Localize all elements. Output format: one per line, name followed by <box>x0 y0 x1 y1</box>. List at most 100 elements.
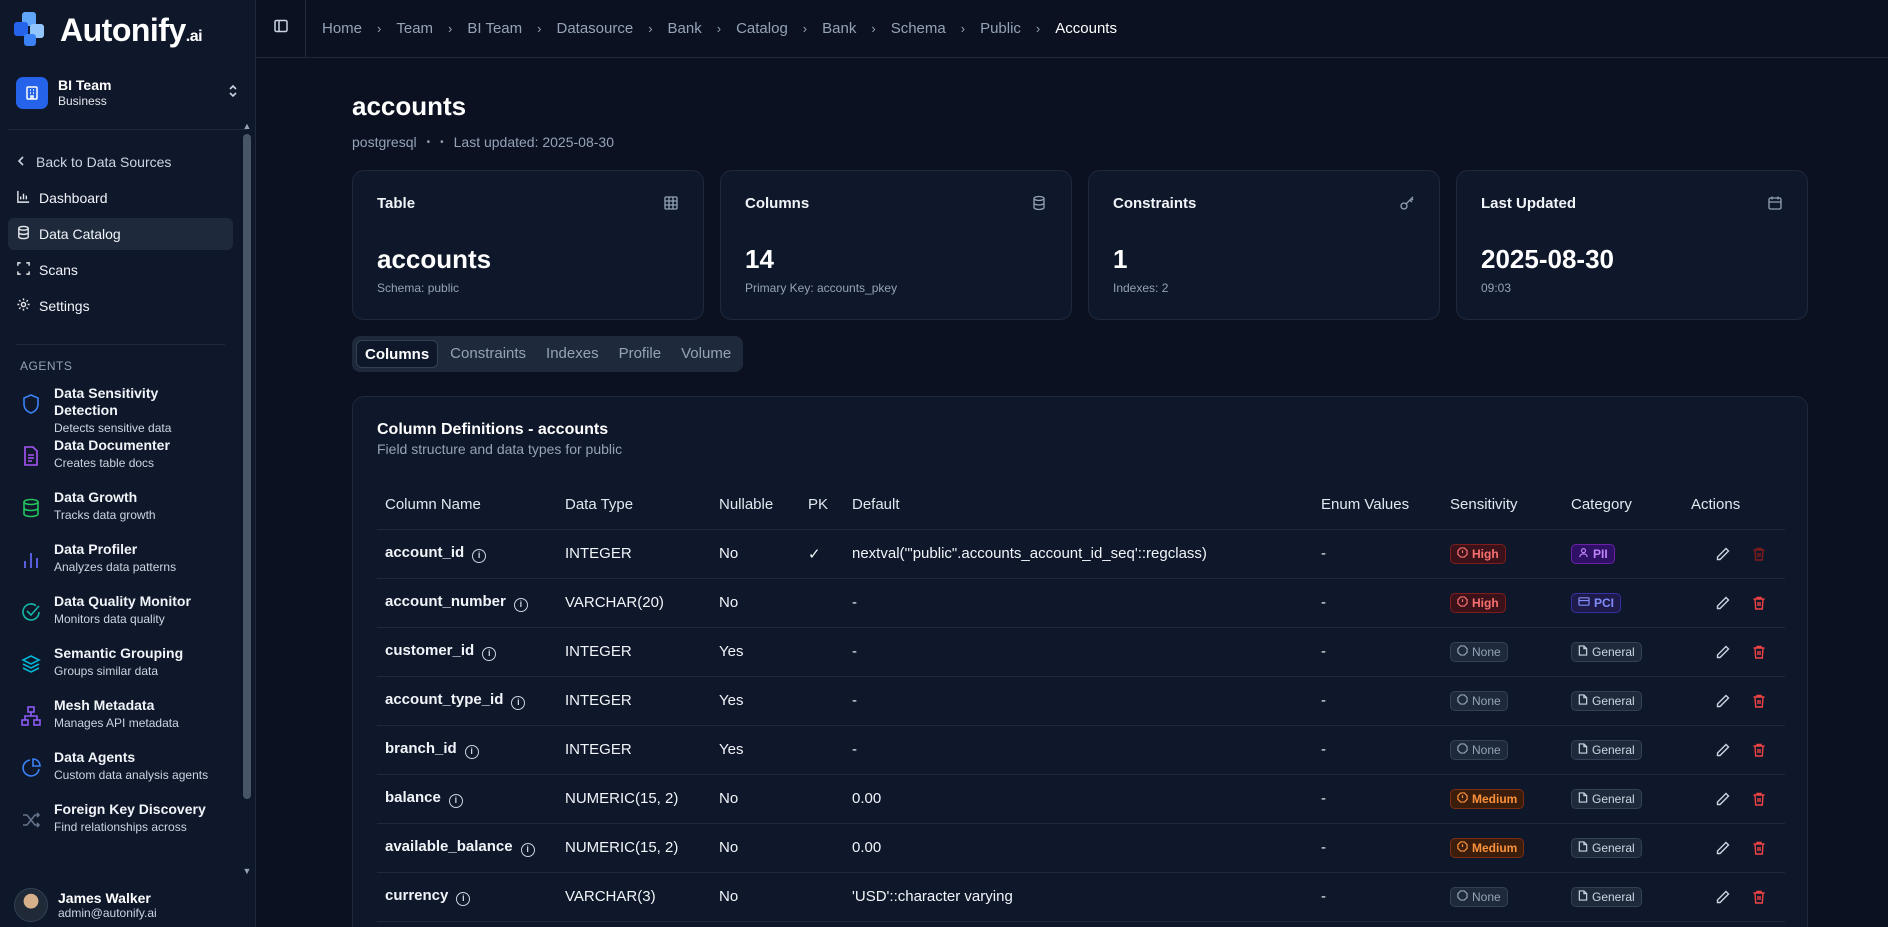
nullable: No <box>711 823 800 873</box>
breadcrumb-public[interactable]: Public <box>978 20 1023 37</box>
user-profile[interactable]: James Walker admin@autonify.ai <box>0 883 240 927</box>
default-value: nextval('"public".accounts_account_id_se… <box>844 529 1313 579</box>
agent-data-agents[interactable]: Data Agents Custom data analysis agents <box>8 749 233 801</box>
info-icon[interactable]: i <box>448 794 463 808</box>
edit-pencil-icon[interactable] <box>1715 791 1731 807</box>
separator-dot: • <box>440 136 444 148</box>
team-switcher[interactable]: BI Team Business <box>8 66 247 130</box>
category-badge[interactable]: General <box>1571 690 1642 711</box>
category-badge[interactable]: General <box>1571 641 1642 662</box>
category-badge[interactable]: PCI <box>1571 592 1622 613</box>
tab-profile[interactable]: Profile <box>611 340 670 368</box>
sidebar-item-label: Settings <box>39 298 90 314</box>
sensitivity-badge[interactable]: Medium <box>1450 788 1525 809</box>
breadcrumb-bi-team[interactable]: BI Team <box>465 20 524 37</box>
delete-trash-icon[interactable] <box>1751 546 1767 562</box>
info-icon[interactable]: i <box>482 647 497 661</box>
category-badge[interactable]: PII <box>1571 543 1615 564</box>
table-icon <box>663 195 679 211</box>
edit-pencil-icon[interactable] <box>1715 595 1731 611</box>
column-name: available_balance <box>385 838 513 855</box>
scroll-down-arrow-icon[interactable]: ▼ <box>241 865 253 877</box>
agent-data-documenter[interactable]: Data Documenter Creates table docs <box>8 437 233 489</box>
edit-pencil-icon[interactable] <box>1715 840 1731 856</box>
brand-logo[interactable]: Autonify.ai <box>0 0 255 60</box>
delete-trash-icon[interactable] <box>1751 693 1767 709</box>
delete-trash-icon[interactable] <box>1751 840 1767 856</box>
breadcrumb-bank-catalog[interactable]: Bank <box>820 20 858 37</box>
data-type: INTEGER <box>557 725 711 775</box>
sidebar-toggle-button[interactable] <box>256 0 306 58</box>
breadcrumb-catalog[interactable]: Catalog <box>734 20 790 37</box>
agent-data-quality-monitor[interactable]: Data Quality Monitor Monitors data quali… <box>8 593 233 645</box>
tab-constraints[interactable]: Constraints <box>442 340 534 368</box>
delete-trash-icon[interactable] <box>1751 595 1767 611</box>
breadcrumb-team[interactable]: Team <box>394 20 435 37</box>
table-row: balance i NUMERIC(15, 2) No 0.00 - Medium… <box>377 774 1785 824</box>
pk-check <box>800 725 844 775</box>
breadcrumb-bank[interactable]: Bank <box>666 20 704 37</box>
pk-check <box>800 872 844 922</box>
sensitivity-badge[interactable]: High <box>1450 592 1506 613</box>
tab-indexes[interactable]: Indexes <box>538 340 607 368</box>
nullable: No <box>711 774 800 824</box>
sensitivity-badge[interactable]: None <box>1450 690 1508 711</box>
back-to-data-sources-link[interactable]: Back to Data Sources <box>8 130 233 182</box>
agent-data-profiler[interactable]: Data Profiler Analyzes data patterns <box>8 541 233 593</box>
edit-pencil-icon[interactable] <box>1715 742 1731 758</box>
panel-left-icon <box>273 18 289 39</box>
category-badge[interactable]: General <box>1571 886 1642 907</box>
tab-columns[interactable]: Columns <box>356 340 439 368</box>
category-badge[interactable]: General <box>1571 739 1642 760</box>
agent-data-sensitivity-detection[interactable]: Data Sensitivity Detection Detects sensi… <box>8 385 233 437</box>
sidebar-scrollbar[interactable]: ▲ ▼ <box>241 120 253 880</box>
tab-volume[interactable]: Volume <box>673 340 739 368</box>
category-badge[interactable]: General <box>1571 837 1642 858</box>
main-content: Home › Team › BI Team › Datasource › Ban… <box>256 0 1888 927</box>
sidebar-item-data-catalog[interactable]: Data Catalog <box>8 218 233 250</box>
info-icon[interactable]: i <box>513 598 528 612</box>
sensitivity-badge[interactable]: High <box>1450 543 1506 564</box>
info-icon[interactable]: i <box>472 549 487 563</box>
edit-pencil-icon[interactable] <box>1715 644 1731 660</box>
scroll-thumb[interactable] <box>243 134 251 799</box>
top-bar: Home › Team › BI Team › Datasource › Ban… <box>256 0 1888 58</box>
enum-values: - <box>1313 529 1442 579</box>
sensitivity-badge[interactable]: None <box>1450 641 1508 662</box>
agent-data-growth[interactable]: Data Growth Tracks data growth <box>8 489 233 541</box>
sidebar-item-dashboard[interactable]: Dashboard <box>8 182 233 214</box>
pk-check <box>800 676 844 726</box>
user-icon <box>1578 547 1589 561</box>
info-icon[interactable]: i <box>511 696 526 710</box>
delete-trash-icon[interactable] <box>1751 644 1767 660</box>
info-icon[interactable]: i <box>520 843 535 857</box>
sidebar-item-scans[interactable]: Scans <box>8 254 233 286</box>
edit-pencil-icon[interactable] <box>1715 693 1731 709</box>
delete-trash-icon[interactable] <box>1751 791 1767 807</box>
info-icon[interactable]: i <box>464 745 479 759</box>
sensitivity-badge[interactable]: None <box>1450 886 1508 907</box>
scroll-up-arrow-icon[interactable]: ▲ <box>241 120 253 132</box>
edit-pencil-icon[interactable] <box>1715 546 1731 562</box>
nullable: Yes <box>711 725 800 775</box>
agent-mesh-metadata[interactable]: Mesh Metadata Manages API metadata <box>8 697 233 749</box>
breadcrumb-schema[interactable]: Schema <box>889 20 948 37</box>
info-icon[interactable]: i <box>456 892 471 906</box>
file-icon <box>1578 889 1588 904</box>
agent-foreign-key-discovery[interactable]: Foreign Key Discovery Find relationships… <box>8 801 233 853</box>
agent-semantic-grouping[interactable]: Semantic Grouping Groups similar data <box>8 645 233 697</box>
page-meta: postgresql • • Last updated: 2025-08-30 <box>352 134 1808 150</box>
document-icon <box>20 445 44 469</box>
sensitivity-badge[interactable]: Medium <box>1450 837 1525 858</box>
breadcrumb-datasource[interactable]: Datasource <box>554 20 635 37</box>
sidebar-item-settings[interactable]: Settings <box>8 290 233 322</box>
edit-pencil-icon[interactable] <box>1715 889 1731 905</box>
sensitivity-badge[interactable]: None <box>1450 739 1508 760</box>
building-icon <box>16 76 48 109</box>
delete-trash-icon[interactable] <box>1751 889 1767 905</box>
delete-trash-icon[interactable] <box>1751 742 1767 758</box>
category-badge[interactable]: General <box>1571 788 1642 809</box>
breadcrumb-home[interactable]: Home <box>320 20 364 37</box>
card-table: Table accounts Schema: public <box>352 170 704 320</box>
section-subtitle: Field structure and data types for publi… <box>377 441 623 457</box>
